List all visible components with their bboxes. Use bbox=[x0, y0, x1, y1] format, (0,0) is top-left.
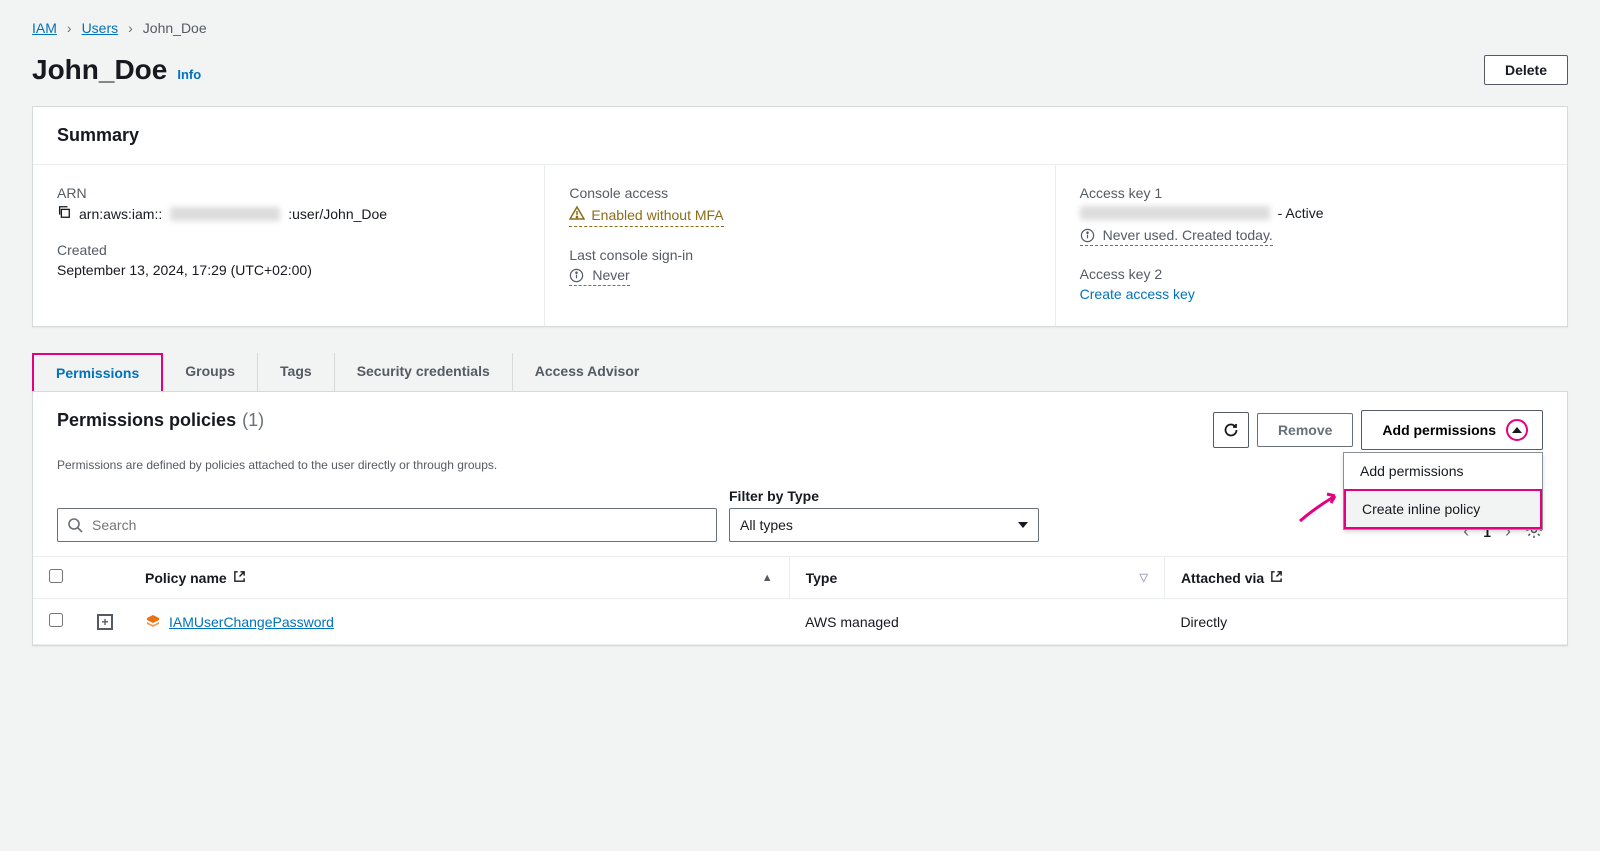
policies-count: (1) bbox=[242, 410, 264, 431]
page-title: John_Doe bbox=[32, 54, 167, 86]
arn-label: ARN bbox=[57, 185, 520, 201]
remove-button[interactable]: Remove bbox=[1257, 413, 1353, 447]
breadcrumb-current: John_Doe bbox=[143, 20, 207, 36]
add-permissions-dropdown: Add permissions Create inline policy bbox=[1343, 452, 1543, 530]
filter-type-value: All types bbox=[740, 517, 793, 533]
breadcrumb: IAM › Users › John_Doe bbox=[32, 20, 1568, 36]
breadcrumb-iam[interactable]: IAM bbox=[32, 20, 57, 36]
policy-name-link[interactable]: IAMUserChangePassword bbox=[169, 614, 334, 630]
table-row: + IAMUserChangePassword AWS managed Dire… bbox=[33, 599, 1567, 645]
refresh-button[interactable] bbox=[1213, 412, 1249, 448]
warning-icon bbox=[569, 205, 585, 224]
permissions-policies-panel: Permissions policies (1) Remove Add perm… bbox=[32, 391, 1568, 646]
access-key-2-label: Access key 2 bbox=[1080, 266, 1543, 282]
add-permissions-button[interactable]: Add permissions bbox=[1361, 410, 1543, 450]
tab-groups[interactable]: Groups bbox=[163, 353, 258, 391]
tabs: Permissions Groups Tags Security credent… bbox=[32, 353, 1568, 391]
chevron-right-icon: › bbox=[67, 20, 72, 36]
tab-permissions[interactable]: Permissions bbox=[32, 353, 163, 391]
created-value: September 13, 2024, 17:29 (UTC+02:00) bbox=[57, 262, 520, 278]
access-key-1-status: - Active bbox=[1278, 205, 1324, 221]
last-signin-value: Never bbox=[592, 267, 629, 283]
info-icon bbox=[1080, 228, 1095, 243]
chevron-right-icon: › bbox=[128, 20, 133, 36]
access-key-1-label: Access key 1 bbox=[1080, 185, 1543, 201]
arn-prefix: arn:aws:iam:: bbox=[79, 206, 162, 222]
policies-title: Permissions policies bbox=[57, 410, 236, 431]
tab-security-credentials[interactable]: Security credentials bbox=[335, 353, 513, 391]
expand-row-button[interactable]: + bbox=[97, 614, 113, 630]
redacted-account bbox=[170, 207, 280, 221]
search-icon bbox=[67, 517, 83, 533]
tab-tags[interactable]: Tags bbox=[258, 353, 335, 391]
tab-access-advisor[interactable]: Access Advisor bbox=[513, 353, 662, 391]
row-checkbox[interactable] bbox=[49, 613, 63, 627]
breadcrumb-users[interactable]: Users bbox=[82, 20, 119, 36]
delete-button[interactable]: Delete bbox=[1484, 55, 1568, 85]
external-link-icon bbox=[233, 570, 246, 586]
info-icon bbox=[569, 268, 584, 283]
filter-type-label: Filter by Type bbox=[729, 488, 1039, 504]
dropdown-add-permissions[interactable]: Add permissions bbox=[1344, 453, 1542, 489]
external-link-icon bbox=[1270, 570, 1283, 586]
filter-type-select[interactable]: All types bbox=[729, 508, 1039, 542]
select-all-checkbox[interactable] bbox=[49, 569, 63, 583]
th-attached-via[interactable]: Attached via bbox=[1181, 570, 1264, 586]
create-access-key-link[interactable]: Create access key bbox=[1080, 286, 1195, 302]
copy-icon[interactable] bbox=[57, 205, 71, 222]
sort-icon: ▽ bbox=[1139, 571, 1147, 584]
search-input[interactable] bbox=[57, 508, 717, 542]
caret-up-icon bbox=[1506, 419, 1528, 441]
console-access-value: Enabled without MFA bbox=[591, 207, 723, 223]
summary-title: Summary bbox=[57, 125, 1543, 146]
redacted-access-key bbox=[1080, 206, 1270, 220]
th-type[interactable]: Type bbox=[806, 570, 838, 586]
policies-subtitle: Permissions are defined by policies atta… bbox=[33, 458, 1567, 488]
info-link[interactable]: Info bbox=[177, 67, 201, 82]
created-label: Created bbox=[57, 242, 520, 258]
last-signin-label: Last console sign-in bbox=[569, 247, 1030, 263]
access-key-1-note: Never used. Created today. bbox=[1103, 227, 1273, 243]
summary-panel: Summary ARN arn:aws:iam:::user/John_Doe … bbox=[32, 106, 1568, 327]
dropdown-create-inline-policy[interactable]: Create inline policy bbox=[1344, 489, 1542, 529]
arn-suffix: :user/John_Doe bbox=[288, 206, 387, 222]
sort-asc-icon: ▲ bbox=[762, 572, 773, 584]
th-policy-name[interactable]: Policy name bbox=[145, 570, 227, 586]
refresh-icon bbox=[1223, 422, 1239, 438]
caret-down-icon bbox=[1018, 522, 1028, 528]
policy-icon bbox=[145, 614, 161, 630]
policy-type: AWS managed bbox=[789, 599, 1164, 645]
add-permissions-label: Add permissions bbox=[1382, 422, 1496, 438]
policy-attached-via: Directly bbox=[1164, 599, 1567, 645]
console-access-label: Console access bbox=[569, 185, 1030, 201]
